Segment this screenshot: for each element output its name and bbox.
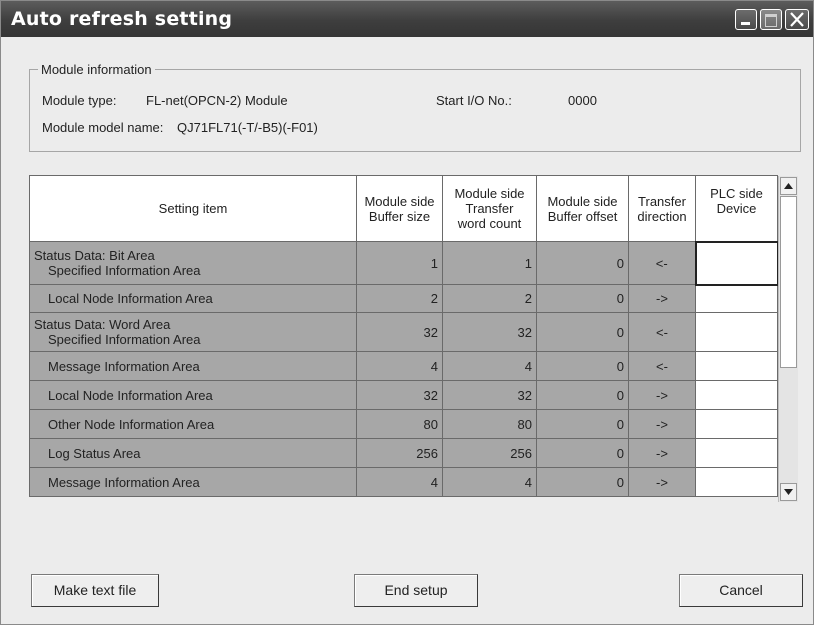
transfer-direction-cell: -> [628, 467, 696, 497]
header-transfer-direction: Transfer direction [628, 175, 696, 242]
buffer-size-cell: 2 [356, 284, 443, 313]
minimize-icon[interactable] [735, 9, 757, 30]
plc-device-input[interactable] [695, 284, 778, 313]
header-plc-device: PLC side Device [695, 175, 778, 242]
buffer-offset-cell: 0 [536, 409, 629, 439]
word-count-cell: 2 [442, 284, 537, 313]
make-text-file-button[interactable]: Make text file [31, 574, 159, 607]
plc-device-input[interactable] [695, 380, 778, 410]
transfer-direction-cell: -> [628, 380, 696, 410]
plc-device-input[interactable] [695, 467, 778, 497]
word-count-cell: 4 [442, 351, 537, 381]
auto-refresh-dialog: Auto refresh setting Module information … [0, 0, 814, 625]
buffer-size-cell: 256 [356, 438, 443, 468]
buffer-offset-cell: 0 [536, 351, 629, 381]
module-information-group: Module information [29, 62, 801, 152]
plc-device-input[interactable] [695, 438, 778, 468]
table-row: Local Node Information Area 32 32 0 -> [29, 380, 778, 410]
word-count-cell: 1 [442, 241, 537, 285]
header-buffer-offset: Module side Buffer offset [536, 175, 629, 242]
table-row: Log Status Area 256 256 0 -> [29, 438, 778, 468]
word-count-cell: 32 [442, 380, 537, 410]
header-buffer-size: Module side Buffer size [356, 175, 443, 242]
module-model-label: Module model name: [42, 120, 164, 135]
end-setup-button[interactable]: End setup [354, 574, 478, 607]
auto-refresh-table: Setting item Module side Buffer size Modu… [29, 175, 779, 497]
buffer-size-cell: 32 [356, 380, 443, 410]
setting-item-cell: Message Information Area [29, 467, 357, 497]
buffer-offset-cell: 0 [536, 380, 629, 410]
word-count-cell: 4 [442, 467, 537, 497]
window-title: Auto refresh setting [11, 8, 233, 30]
buffer-size-cell: 1 [356, 241, 443, 285]
plc-device-input[interactable] [695, 351, 778, 381]
table-row: Message Information Area 4 4 0 -> [29, 467, 778, 497]
table-scrollbar[interactable] [778, 176, 798, 502]
setting-item-cell: Message Information Area [29, 351, 357, 381]
transfer-direction-cell: <- [628, 351, 696, 381]
table-row: Local Node Information Area 2 2 0 -> [29, 284, 778, 313]
buffer-size-cell: 4 [356, 467, 443, 497]
transfer-direction-cell: <- [628, 241, 696, 285]
module-type-value: FL-net(OPCN-2) Module [146, 93, 288, 108]
buffer-size-cell: 80 [356, 409, 443, 439]
word-count-cell: 32 [442, 312, 537, 352]
setting-item-cell: Status Data: Bit Area Specified Informati… [29, 241, 357, 285]
setting-item-cell: Local Node Information Area [29, 380, 357, 410]
buffer-size-cell: 4 [356, 351, 443, 381]
plc-device-input[interactable] [695, 312, 778, 352]
buffer-offset-cell: 0 [536, 467, 629, 497]
title-bar[interactable]: Auto refresh setting [1, 1, 813, 37]
arrow-down-icon[interactable] [780, 483, 797, 501]
setting-item-cell: Status Data: Word Area Specified Informat… [29, 312, 357, 352]
transfer-direction-cell: -> [628, 409, 696, 439]
plc-device-input[interactable] [695, 409, 778, 439]
setting-item-cell: Log Status Area [29, 438, 357, 468]
word-count-cell: 80 [442, 409, 537, 439]
buffer-offset-cell: 0 [536, 312, 629, 352]
buffer-offset-cell: 0 [536, 438, 629, 468]
buffer-offset-cell: 0 [536, 241, 629, 285]
start-io-label: Start I/O No.: [436, 93, 512, 108]
header-setting-item: Setting item [29, 175, 357, 242]
cancel-button[interactable]: Cancel [679, 574, 803, 607]
header-word-count: Module side Transfer word count [442, 175, 537, 242]
table-row: Status Data: Word Area Specified Informat… [29, 312, 778, 352]
buffer-size-cell: 32 [356, 312, 443, 352]
buffer-offset-cell: 0 [536, 284, 629, 313]
module-model-value: QJ71FL71(-T/-B5)(-F01) [177, 120, 318, 135]
module-information-legend: Module information [41, 62, 152, 77]
transfer-direction-cell: <- [628, 312, 696, 352]
maximize-icon[interactable] [760, 9, 782, 30]
module-type-label: Module type: [42, 93, 117, 108]
table-row: Status Data: Bit Area Specified Informati… [29, 240, 779, 286]
start-io-value: 0000 [568, 93, 597, 108]
close-icon[interactable] [785, 9, 809, 30]
table-row: Message Information Area 4 4 0 <- [29, 351, 778, 381]
plc-device-input[interactable] [694, 240, 779, 286]
table-row: Other Node Information Area 80 80 0 -> [29, 409, 778, 439]
word-count-cell: 256 [442, 438, 537, 468]
scrollbar-thumb[interactable] [780, 196, 797, 368]
transfer-direction-cell: -> [628, 284, 696, 313]
setting-item-cell: Local Node Information Area [29, 284, 357, 313]
transfer-direction-cell: -> [628, 438, 696, 468]
header-row: Setting item Module side Buffer size Modu… [29, 175, 778, 242]
setting-item-cell: Other Node Information Area [29, 409, 357, 439]
arrow-up-icon[interactable] [780, 177, 797, 195]
